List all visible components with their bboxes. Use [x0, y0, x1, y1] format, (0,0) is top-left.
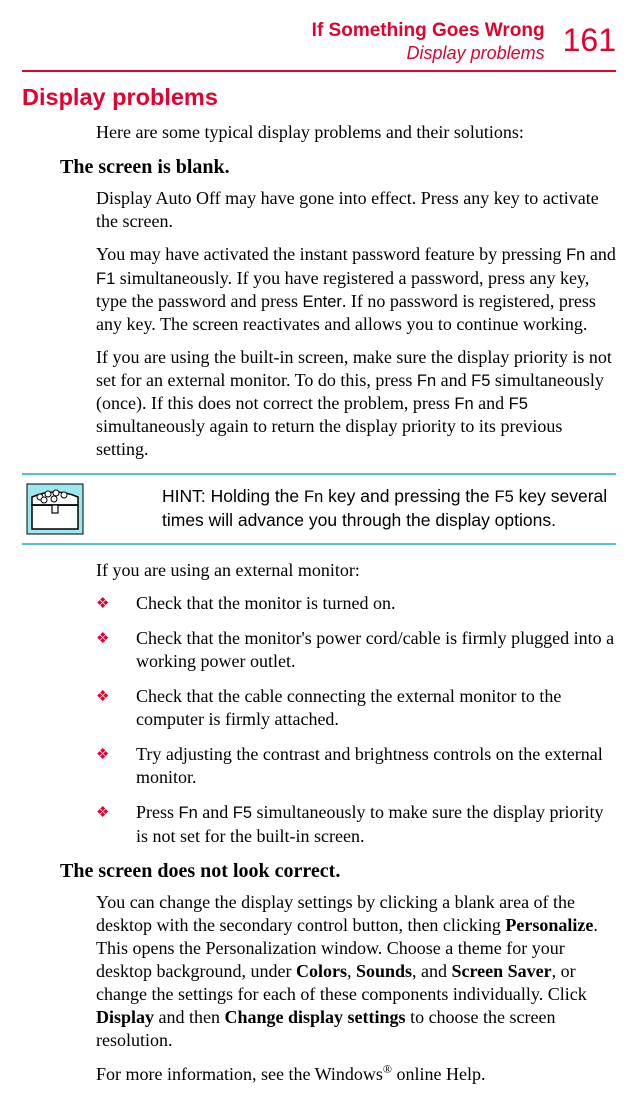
bold-term-personalize: Personalize [505, 915, 593, 935]
text-run: You may have activated the instant passw… [96, 244, 566, 264]
bold-term-change-display-settings: Change display settings [225, 1007, 406, 1027]
body-paragraph: You can change the display settings by c… [96, 891, 616, 1052]
diamond-bullet-icon: ❖ [96, 595, 109, 614]
diamond-bullet-icon: ❖ [96, 804, 109, 823]
body-paragraph: You may have activated the instant passw… [96, 243, 616, 335]
external-monitor-intro: If you are using an external monitor: [96, 559, 616, 582]
list-item-text: Check that the cable connecting the exte… [136, 686, 561, 729]
bold-term-screen-saver: Screen Saver [452, 961, 552, 981]
treasure-chest-icon [26, 483, 84, 535]
key-fn: Fn [417, 372, 436, 390]
bold-term-sounds: Sounds [356, 961, 412, 981]
diamond-bullet-icon: ❖ [96, 688, 109, 707]
section-heading: Display problems [22, 84, 616, 111]
text-run: and [585, 244, 616, 264]
text-run: and then [154, 1007, 224, 1027]
key-enter: Enter [302, 293, 341, 311]
registered-trademark-symbol: ® [383, 1062, 392, 1076]
problem-heading-incorrect-screen: The screen does not look correct. [60, 860, 616, 883]
body-paragraph: If you are using the built-in screen, ma… [96, 346, 616, 461]
text-run: and [436, 370, 471, 390]
list-item: ❖ Try adjusting the contrast and brightne… [96, 743, 616, 789]
list-item: ❖ Check that the cable connecting the ext… [96, 685, 616, 731]
list-item: ❖ Check that the monitor is turned on. [96, 592, 616, 615]
section-subtitle: Display problems [312, 43, 545, 65]
bold-term-display: Display [96, 1007, 154, 1027]
diamond-bullet-icon: ❖ [96, 630, 109, 649]
body-paragraph: Display Auto Off may have gone into effe… [96, 187, 616, 233]
text-run: Press [136, 802, 179, 822]
text-run: HINT: Holding the [162, 486, 304, 506]
bold-term-colors: Colors [296, 961, 347, 981]
key-f5: F5 [471, 372, 490, 390]
intro-paragraph: Here are some typical display problems a… [96, 121, 616, 144]
external-monitor-checklist: ❖ Check that the monitor is turned on. ❖ C… [96, 592, 616, 847]
header-divider [22, 70, 616, 72]
key-fn: Fn [179, 804, 198, 822]
text-run: and [198, 802, 233, 822]
hint-callout: HINT: Holding the Fn key and pressing th… [22, 473, 616, 545]
list-item-text: Check that the monitor is turned on. [136, 593, 395, 613]
key-f1: F1 [96, 270, 115, 288]
text-run: and [474, 393, 509, 413]
page-number: 161 [563, 24, 616, 56]
list-item: ❖ Check that the monitor's power cord/cab… [96, 627, 616, 673]
text-run: You can change the display settings by c… [96, 892, 575, 935]
key-fn: Fn [304, 488, 323, 506]
key-f5: F5 [509, 395, 528, 413]
key-fn: Fn [454, 395, 473, 413]
problem-heading-blank-screen: The screen is blank. [60, 156, 616, 179]
hint-text: HINT: Holding the Fn key and pressing th… [162, 485, 616, 531]
text-run: online Help. [392, 1064, 485, 1084]
text-run: , and [412, 961, 452, 981]
chapter-title: If Something Goes Wrong [312, 20, 545, 43]
body-paragraph: For more information, see the Windows® o… [96, 1062, 616, 1086]
list-item-text: Check that the monitor's power cord/cabl… [136, 628, 614, 671]
header-text-block: If Something Goes Wrong Display problems [312, 20, 545, 64]
text-run: For more information, see the Windows [96, 1064, 383, 1084]
diamond-bullet-icon: ❖ [96, 746, 109, 765]
key-f5: F5 [495, 488, 514, 506]
document-page: If Something Goes Wrong Display problems… [0, 0, 638, 1116]
key-f5: F5 [233, 804, 252, 822]
list-item-text: Try adjusting the contrast and brightnes… [136, 744, 603, 787]
text-run: key and pressing the [323, 486, 494, 506]
text-run: , [347, 961, 356, 981]
key-fn: Fn [566, 246, 585, 264]
page-header: If Something Goes Wrong Display problems… [22, 20, 616, 64]
list-item: ❖Press Fn and F5 simultaneously to make … [96, 801, 616, 847]
text-run: simultaneously again to return the displ… [96, 416, 562, 459]
